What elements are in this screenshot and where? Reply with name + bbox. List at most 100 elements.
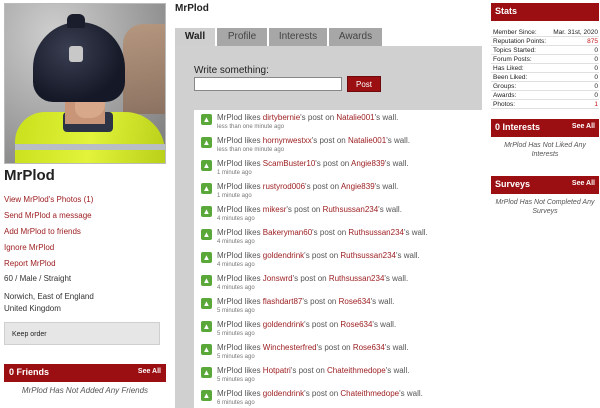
stats-header: Stats xyxy=(491,3,599,21)
feed-verb: likes xyxy=(242,251,263,260)
feed-liked-user-link[interactable]: Jonswrd xyxy=(263,274,293,283)
report-user-link[interactable]: Report MrPlod xyxy=(4,256,166,272)
tab-interests[interactable]: Interests xyxy=(269,28,327,46)
post-button[interactable]: Post xyxy=(347,76,381,92)
feed-liked-user-link[interactable]: Bakeryman60 xyxy=(263,228,312,237)
feed-suffix: 's wall. xyxy=(374,182,399,191)
feed-wall-owner-link[interactable]: Natalie001 xyxy=(348,136,386,145)
feed-suffix: 's wall. xyxy=(370,297,395,306)
feed-connector: 's post on xyxy=(305,182,341,191)
thumbs-up-icon: ▲ xyxy=(201,390,212,401)
feed-verb: likes xyxy=(242,159,263,168)
feed-item-time: 6 minutes ago xyxy=(217,400,255,406)
feed-actor: MrPlod xyxy=(217,389,243,398)
feed-liked-user-link[interactable]: mikesr xyxy=(263,205,287,214)
feed-suffix: 's wall. xyxy=(403,228,428,237)
view-photos-link[interactable]: View MrPlod's Photos (1) xyxy=(4,192,166,208)
feed-item-text: MrPlod likes goldendrink's post on Ruths… xyxy=(217,251,420,260)
tab-awards[interactable]: Awards xyxy=(329,28,382,46)
feed-item: ▲ MrPlod likes rustyrod006's post on Angi… xyxy=(194,179,483,203)
feed-actor: MrPlod xyxy=(217,343,243,352)
friends-title: 0 Friends xyxy=(9,367,50,377)
stat-row: Groups: 0 xyxy=(491,82,599,91)
profile-tabs: Wall Profile Interests Awards xyxy=(175,28,482,47)
location-line-2: United Kingdom xyxy=(4,304,61,313)
thumbs-up-icon: ▲ xyxy=(201,252,212,263)
feed-item: ▲ MrPlod likes Hotpatri's post on Chateit… xyxy=(194,363,483,387)
feed-verb: likes xyxy=(242,389,263,398)
feed-wall-owner-link[interactable]: Chateithmedope xyxy=(340,389,399,398)
feed-liked-user-link[interactable]: dirtybernie xyxy=(263,113,300,122)
photo-helmet-badge xyxy=(69,46,83,62)
feed-wall-owner-link[interactable]: Angie839 xyxy=(341,182,375,191)
feed-wall-owner-link[interactable]: Ruthsussan234 xyxy=(323,205,379,214)
feed-actor: MrPlod xyxy=(217,251,243,260)
feed-verb: likes xyxy=(242,228,263,237)
photo-reflective-stripe xyxy=(15,144,165,150)
feed-connector: 's post on xyxy=(304,320,341,329)
interests-see-all-link[interactable]: See All xyxy=(572,123,595,130)
main-column: MrPlod Wall Profile Interests Awards Wri… xyxy=(175,0,483,408)
stat-row: Awards: 0 xyxy=(491,91,599,100)
demographics: 60 / Male / Straight xyxy=(4,274,72,283)
surveys-see-all-link[interactable]: See All xyxy=(572,180,595,187)
feed-wall-owner-link[interactable]: Ruthsussan234 xyxy=(348,228,404,237)
feed-wall-owner-link[interactable]: Rose634 xyxy=(340,320,372,329)
feed-item-time: 4 minutes ago xyxy=(217,216,255,222)
feed-item-time: 5 minutes ago xyxy=(217,377,255,383)
surveys-header: Surveys See All xyxy=(491,176,599,194)
feed-liked-user-link[interactable]: hornynwestxx xyxy=(263,136,312,145)
feed-item-text: MrPlod likes Winchesterfred's post on Ro… xyxy=(217,343,409,352)
feed-liked-user-link[interactable]: goldendrink xyxy=(263,389,304,398)
stat-row: Member Since: Mar. 31st, 2020 xyxy=(491,28,599,37)
thumbs-up-icon: ▲ xyxy=(201,275,212,286)
feed-liked-user-link[interactable]: goldendrink xyxy=(263,320,304,329)
feed-item-text: MrPlod likes ScamBuster10's post on Angi… xyxy=(217,159,409,168)
feed-verb: likes xyxy=(242,343,263,352)
feed-suffix: 's wall. xyxy=(372,320,397,329)
feed-wall-owner-link[interactable]: Natalie001 xyxy=(336,113,374,122)
feed-liked-user-link[interactable]: rustyrod006 xyxy=(263,182,305,191)
feed-item: ▲ MrPlod likes Winchesterfred's post on R… xyxy=(194,340,483,364)
feed-wall-owner-link[interactable]: Rose634 xyxy=(339,297,371,306)
feed-liked-user-link[interactable]: Winchesterfred xyxy=(263,343,317,352)
feed-liked-user-link[interactable]: goldendrink xyxy=(263,251,304,260)
feed-actor: MrPlod xyxy=(217,228,243,237)
feed-verb: likes xyxy=(242,205,263,214)
feed-item-time: 4 minutes ago xyxy=(217,239,255,245)
tab-wall[interactable]: Wall xyxy=(175,28,215,47)
feed-suffix: 's wall. xyxy=(384,274,409,283)
feed-liked-user-link[interactable]: Hotpatri xyxy=(263,366,291,375)
feed-wall-owner-link[interactable]: Angie839 xyxy=(351,159,385,168)
feed-item-text: MrPlod likes hornynwestxx's post on Nata… xyxy=(217,136,410,145)
add-friend-link[interactable]: Add MrPlod to friends xyxy=(4,224,166,240)
feed-wall-owner-link[interactable]: Chateithmedope xyxy=(327,366,386,375)
feed-item-text: MrPlod likes Jonswrd's post on Ruthsussa… xyxy=(217,274,408,283)
feed-liked-user-link[interactable]: flashdart87 xyxy=(263,297,303,306)
feed-item-text: MrPlod likes Bakeryman60's post on Ruths… xyxy=(217,228,428,237)
feed-item-time: 4 minutes ago xyxy=(217,285,255,291)
feed-item-time: 5 minutes ago xyxy=(217,354,255,360)
ignore-user-link[interactable]: Ignore MrPlod xyxy=(4,240,166,256)
profile-photo[interactable] xyxy=(4,3,166,164)
stat-label: Member Since: xyxy=(493,29,537,36)
wall-post-input[interactable] xyxy=(194,77,342,91)
feed-verb: likes xyxy=(242,366,263,375)
feed-connector: 's post on xyxy=(286,205,323,214)
send-message-link[interactable]: Send MrPlod a message xyxy=(4,208,166,224)
thumbs-up-icon: ▲ xyxy=(201,183,212,194)
stat-value: 0 xyxy=(594,56,598,63)
tab-profile[interactable]: Profile xyxy=(217,28,267,46)
stat-row: Forum Posts: 0 xyxy=(491,55,599,64)
feed-item-time: 1 minute ago xyxy=(217,170,252,176)
feed-suffix: 's wall. xyxy=(385,366,410,375)
feed-wall-owner-link[interactable]: Ruthsussan234 xyxy=(329,274,385,283)
feed-wall-owner-link[interactable]: Rose634 xyxy=(353,343,385,352)
stat-value: 1 xyxy=(594,101,598,108)
feed-liked-user-link[interactable]: ScamBuster10 xyxy=(263,159,315,168)
friends-see-all-link[interactable]: See All xyxy=(138,368,161,375)
feed-wall-owner-link[interactable]: Ruthsussan234 xyxy=(340,251,396,260)
feed-actor: MrPlod xyxy=(217,297,243,306)
feed-item: ▲ MrPlod likes mikesr's post on Ruthsussa… xyxy=(194,202,483,226)
feed-connector: 's post on xyxy=(315,159,352,168)
